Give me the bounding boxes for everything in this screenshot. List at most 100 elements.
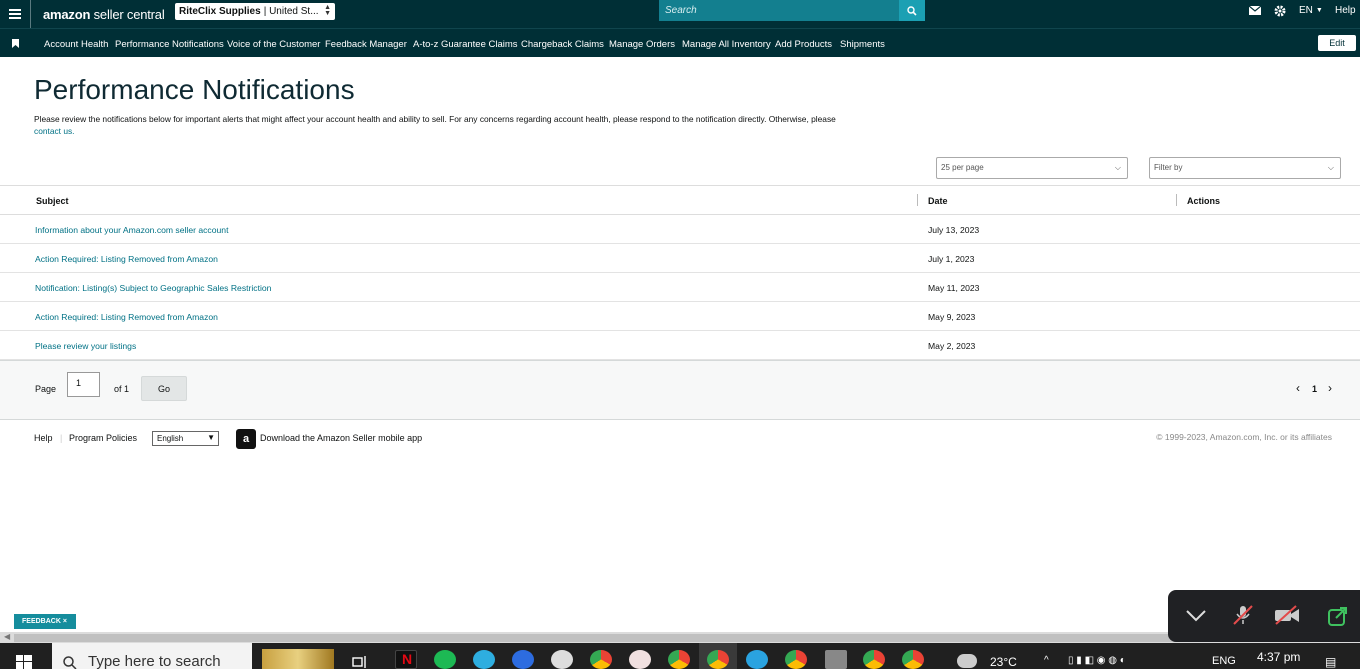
- horizontal-scrollbar[interactable]: ◀: [0, 632, 1360, 643]
- page-description: Please review the notifications below fo…: [34, 113, 894, 137]
- nav-item-manage-orders[interactable]: Manage Orders: [609, 39, 675, 50]
- hamburger-menu-icon[interactable]: [0, 0, 31, 28]
- notification-subject-link[interactable]: Information about your Amazon.com seller…: [35, 225, 228, 235]
- notification-subject-link[interactable]: Action Required: Listing Removed from Am…: [35, 312, 218, 322]
- per-page-select[interactable]: 25 per page ⌵: [936, 157, 1128, 179]
- netflix-app-icon[interactable]: N: [395, 650, 417, 669]
- table-row: Action Required: Listing Removed from Am…: [0, 244, 1360, 273]
- account-switcher[interactable]: RiteClix Supplies | United St... ▲ ▼: [175, 3, 335, 20]
- column-divider: [917, 194, 918, 206]
- chevron-down-icon: ⌵: [1114, 163, 1121, 172]
- go-button[interactable]: Go: [141, 376, 187, 401]
- page-number-input[interactable]: 1: [67, 372, 100, 397]
- pagination-bar: Page 1 of 1 Go ‹ 1 ›: [0, 360, 1360, 420]
- spotify-app-icon[interactable]: [434, 650, 456, 669]
- notification-subject-link[interactable]: Please review your listings: [35, 341, 136, 351]
- page-count-label: of 1: [114, 384, 130, 394]
- scrollbar-thumb[interactable]: [14, 634, 1360, 642]
- taskbar-search-placeholder: Type here to search: [88, 653, 221, 669]
- next-page-icon[interactable]: ›: [1328, 381, 1332, 395]
- amazon-seller-app-icon[interactable]: a: [236, 429, 256, 449]
- help-link[interactable]: Help: [1335, 0, 1356, 21]
- share-screen-icon[interactable]: [1328, 606, 1348, 626]
- notifications-icon[interactable]: ▤: [1325, 655, 1336, 669]
- logo-seller-central: seller central: [93, 6, 165, 22]
- mail-icon[interactable]: [1249, 0, 1261, 21]
- chevron-down-icon[interactable]: [1186, 610, 1206, 622]
- weather-icon[interactable]: [957, 654, 977, 668]
- meeting-controls-panel: [1168, 590, 1360, 642]
- column-divider: [1176, 194, 1177, 206]
- nav-item-feedback-manager[interactable]: Feedback Manager: [325, 39, 407, 50]
- task-view-icon[interactable]: [352, 655, 368, 669]
- tray-icons[interactable]: ▯ ▮ ◧ ◉ ◍ ◐: [1068, 655, 1126, 666]
- bookmark-icon[interactable]: [12, 39, 19, 48]
- nav-item-shipments[interactable]: Shipments: [840, 39, 885, 50]
- download-app-link[interactable]: Download the Amazon Seller mobile app: [260, 433, 422, 443]
- nav-item-manage-inventory[interactable]: Manage All Inventory: [682, 39, 771, 50]
- nav-item-voice-of-customer[interactable]: Voice of the Customer: [227, 39, 320, 50]
- account-name: RiteClix Supplies: [179, 6, 261, 17]
- language-selector[interactable]: EN ▼: [1299, 0, 1323, 21]
- account-region: | United St...: [263, 6, 319, 17]
- windows-start-icon[interactable]: [16, 655, 32, 669]
- scroll-left-icon[interactable]: ◀: [4, 632, 10, 641]
- notification-date: July 13, 2023: [928, 225, 980, 235]
- seller-central-logo[interactable]: amazon seller central: [43, 7, 165, 22]
- program-policies-link[interactable]: Program Policies: [69, 433, 137, 443]
- taskbar-widget-image[interactable]: [262, 649, 334, 669]
- nav-item-a-to-z-claims[interactable]: A-to-z Guarantee Claims: [413, 39, 518, 50]
- weather-temperature[interactable]: 23°C: [990, 655, 1017, 669]
- current-page-number[interactable]: 1: [1312, 384, 1317, 394]
- nav-item-account-health[interactable]: Account Health: [44, 39, 108, 50]
- gear-icon[interactable]: [1274, 0, 1286, 21]
- contact-us-link[interactable]: contact us.: [34, 126, 75, 136]
- up-down-arrows-icon: ▲ ▼: [324, 4, 331, 17]
- taskbar-clock[interactable]: 4:37 pm: [1257, 650, 1300, 664]
- search-input[interactable]: Search: [659, 0, 899, 21]
- chrome-app-icon[interactable]: [668, 650, 690, 669]
- table-row: Action Required: Listing Removed from Am…: [0, 302, 1360, 331]
- feedback-tab[interactable]: FEEDBACK ×: [14, 614, 76, 629]
- chrome-app-icon[interactable]: [707, 650, 729, 669]
- table-row: Please review your listings May 2, 2023: [0, 331, 1360, 360]
- clock-app-icon[interactable]: [551, 650, 573, 669]
- telegram-app-icon[interactable]: [746, 650, 768, 669]
- chevron-down-icon: ▼: [1315, 7, 1323, 14]
- chrome-app-icon[interactable]: [785, 650, 807, 669]
- nav-item-add-products[interactable]: Add Products: [775, 39, 832, 50]
- nav-item-performance-notifications[interactable]: Performance Notifications: [115, 39, 224, 50]
- description-text: Please review the notifications below fo…: [34, 114, 836, 124]
- nav-bar: Account Health Performance Notifications…: [0, 28, 1360, 57]
- calculator-app-icon[interactable]: [825, 650, 847, 669]
- paint-app-icon[interactable]: [629, 650, 651, 669]
- footer-language-select[interactable]: English ▼: [152, 431, 219, 446]
- filter-by-select[interactable]: Filter by ⌵: [1149, 157, 1341, 179]
- canva-app-icon[interactable]: [473, 650, 495, 669]
- chrome-app-icon[interactable]: [902, 650, 924, 669]
- notification-subject-link[interactable]: Notification: Listing(s) Subject to Geog…: [35, 283, 271, 293]
- language-label: EN: [1299, 5, 1313, 16]
- column-header-date[interactable]: Date: [928, 196, 948, 206]
- previous-page-icon[interactable]: ‹: [1296, 381, 1300, 395]
- input-language[interactable]: ENG: [1212, 655, 1236, 667]
- search-icon: [63, 656, 77, 669]
- windows-taskbar: Type here to search N 23°C ^ ▯ ▮ ◧ ◉ ◍ ◐…: [0, 643, 1360, 669]
- camera-off-icon[interactable]: [1274, 605, 1300, 625]
- chrome-app-icon[interactable]: [863, 650, 885, 669]
- taskbar-search-input[interactable]: Type here to search: [52, 643, 252, 669]
- search-button[interactable]: [899, 0, 925, 21]
- zoom-app-icon[interactable]: [512, 650, 534, 669]
- notification-subject-link[interactable]: Action Required: Listing Removed from Am…: [35, 254, 218, 264]
- column-header-subject[interactable]: Subject: [36, 196, 69, 206]
- mic-muted-icon[interactable]: [1232, 604, 1254, 626]
- footer-help-link[interactable]: Help: [34, 433, 53, 443]
- chevron-up-icon[interactable]: ^: [1044, 655, 1049, 666]
- page-title: Performance Notifications: [34, 74, 355, 105]
- edit-nav-button[interactable]: Edit: [1318, 35, 1356, 51]
- nav-item-chargeback-claims[interactable]: Chargeback Claims: [521, 39, 604, 50]
- search-icon: [907, 5, 917, 16]
- chrome-app-icon[interactable]: [590, 650, 612, 669]
- notification-date: July 1, 2023: [928, 254, 975, 264]
- notification-date: May 2, 2023: [928, 341, 976, 351]
